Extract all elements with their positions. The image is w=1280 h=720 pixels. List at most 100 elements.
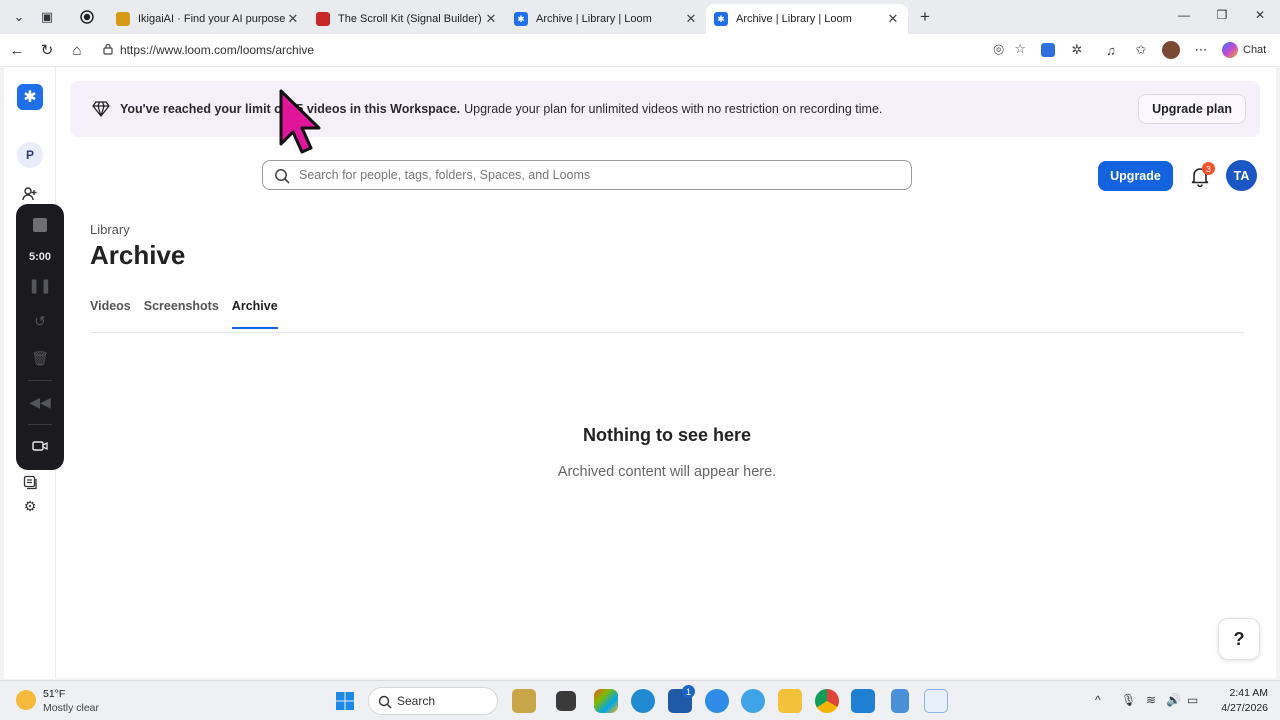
notepad-icon[interactable] — [891, 689, 909, 713]
close-tab-icon[interactable]: ✕ — [684, 11, 698, 27]
extension-badge-icon[interactable] — [1038, 40, 1058, 60]
address-bar-row: ← ↻ ⌂ https://www.loom.com/looms/archive… — [0, 34, 1280, 66]
tray-chevron-icon[interactable]: ^ — [1095, 693, 1101, 707]
recording-timer: 5:00 — [28, 251, 52, 263]
tab-scroll-kit[interactable]: The Scroll Kit (Signal Builder) · Ikig ✕ — [308, 4, 506, 34]
copilot-chat-button[interactable]: Chat — [1222, 42, 1266, 58]
extensions-puzzle-icon[interactable]: ✲ — [1067, 40, 1087, 60]
workspaces-icon[interactable]: ▣ — [32, 3, 62, 31]
loom-logo-icon[interactable]: ✱ — [17, 84, 43, 110]
restart-icon[interactable]: ↺ — [16, 313, 64, 330]
close-window-icon[interactable]: ✕ — [1250, 8, 1270, 22]
user-avatar[interactable]: TA — [1226, 160, 1257, 191]
search-icon — [378, 695, 392, 709]
settings-gear-icon[interactable]: ⚙ — [19, 499, 41, 513]
favorite-star-icon[interactable]: ☆ — [1014, 41, 1026, 57]
stop-recording-button[interactable] — [33, 218, 47, 232]
weather-condition: Mostly clear — [43, 702, 100, 714]
vscode-icon[interactable] — [851, 689, 875, 713]
search-icon — [275, 169, 290, 184]
performance-icon[interactable]: ♫ — [1101, 40, 1121, 60]
taskbar-search[interactable]: Search — [368, 687, 498, 715]
profile-avatar-icon[interactable] — [1161, 40, 1181, 60]
wifi-icon[interactable]: ≋ — [1146, 693, 1156, 707]
workspace-avatar[interactable]: P — [17, 142, 43, 168]
chat-label: Chat — [1243, 44, 1267, 56]
start-windows-icon[interactable] — [333, 689, 357, 713]
tab-actions-chevron-icon[interactable]: ⌄ — [4, 3, 34, 31]
ikigai-favicon-icon — [116, 12, 130, 26]
close-tab-icon[interactable]: ✕ — [886, 11, 900, 27]
maximize-icon[interactable]: ❐ — [1212, 8, 1232, 22]
search-input[interactable]: Search for people, tags, folders, Spaces… — [262, 160, 912, 190]
tab-screenshots[interactable]: Screenshots — [144, 299, 219, 329]
volume-icon[interactable]: 🔊 — [1166, 693, 1181, 707]
empty-state-title: Nothing to see here — [582, 425, 752, 445]
banner-text: Upgrade your plan for unlimited videos w… — [464, 102, 883, 116]
loom-favicon-icon: ✱ — [714, 12, 728, 26]
close-tab-icon[interactable]: ✕ — [286, 11, 300, 27]
diamond-icon — [92, 101, 110, 117]
recording-control-bar: 5:00 ❚❚ ↺ 🗑 ◀◀ — [16, 204, 64, 470]
drawing-icon[interactable]: ◀◀ — [16, 394, 64, 411]
home-icon[interactable]: ⌂ — [62, 36, 92, 64]
file-explorer-icon[interactable] — [778, 689, 802, 713]
copilot-app-icon[interactable] — [594, 689, 618, 713]
library-tabs: Videos Screenshots Archive — [90, 299, 278, 329]
record-icon[interactable] — [72, 3, 102, 31]
minimize-icon[interactable]: — — [1174, 8, 1194, 22]
url-field[interactable]: https://www.loom.com/looms/archive ◎ ☆ — [94, 37, 1032, 63]
clock-time[interactable]: 2:41 AM — [1224, 687, 1268, 699]
pause-icon[interactable]: ❚❚ — [16, 277, 64, 294]
snipping-tool-icon[interactable] — [924, 689, 948, 713]
tabs-divider — [90, 332, 1244, 333]
microphone-icon[interactable]: 🎙 — [1121, 693, 1136, 707]
help-button[interactable]: ? — [1218, 618, 1260, 660]
edge-beta-icon[interactable] — [741, 689, 765, 713]
chrome-icon[interactable] — [815, 689, 839, 713]
breadcrumb-library[interactable]: Library — [90, 222, 130, 237]
more-menu-icon[interactable]: ⋯ — [1191, 40, 1211, 60]
weather-temperature: 51°F — [43, 688, 66, 700]
mouse-cursor-icon — [279, 89, 321, 154]
favorites-icon[interactable]: ✩ — [1131, 40, 1151, 60]
tracking-prevention-icon[interactable]: ◎ — [993, 41, 1004, 57]
weather-icon[interactable] — [16, 690, 36, 710]
camera-icon[interactable] — [16, 439, 64, 455]
upgrade-plan-button[interactable]: Upgrade plan — [1138, 94, 1246, 124]
tab-title: The Scroll Kit (Signal Builder) · Ikig — [338, 13, 484, 25]
tab-archive[interactable]: Archive — [231, 299, 278, 329]
widget-app-icon[interactable] — [512, 689, 536, 713]
new-tab-plus-icon[interactable]: + — [910, 3, 940, 31]
store-icon[interactable]: 1 — [668, 685, 695, 713]
terminal-icon[interactable] — [556, 691, 576, 711]
battery-icon[interactable]: ▭ — [1187, 693, 1198, 707]
store-badge: 1 — [682, 685, 695, 698]
search-placeholder: Search for people, tags, folders, Spaces… — [299, 168, 591, 182]
refresh-icon[interactable]: ↻ — [32, 36, 62, 64]
tab-videos[interactable]: Videos — [90, 299, 131, 329]
tab-loom-archive-active[interactable]: ✱ Archive | Library | Loom ✕ — [706, 4, 908, 34]
tab-title: Archive | Library | Loom — [536, 13, 652, 25]
taskbar-search-label: Search — [397, 694, 436, 708]
edge-browser-icon[interactable] — [631, 689, 655, 713]
copilot-icon — [1222, 42, 1238, 58]
loom-favicon-icon: ✱ — [514, 12, 528, 26]
edge-dev-icon[interactable] — [705, 689, 729, 713]
notification-count-badge: 3 — [1202, 162, 1215, 175]
delete-trash-icon[interactable]: 🗑 — [16, 350, 64, 367]
tab-loom-archive[interactable]: ✱ Archive | Library | Loom ✕ — [506, 4, 706, 34]
back-arrow-icon[interactable]: ← — [2, 36, 32, 64]
upgrade-button[interactable]: Upgrade — [1098, 161, 1173, 191]
loom-page: ✱ P ⚙ 5:00 ❚❚ ↺ 🗑 ◀◀ You've reached your… — [4, 66, 1276, 679]
pdf-favicon-icon — [316, 12, 330, 26]
clock-date[interactable]: 4/27/2026 — [1210, 702, 1268, 714]
empty-state-subtitle: Archived content will appear here. — [557, 464, 777, 480]
tab-title: Archive | Library | Loom — [736, 13, 852, 25]
tab-ikigai[interactable]: IkigaiAI · Find your AI purpose ✕ — [108, 4, 308, 34]
recorder-divider — [28, 424, 52, 425]
site-info-icon[interactable] — [102, 43, 114, 55]
url-text: https://www.loom.com/looms/archive — [120, 43, 315, 57]
add-member-icon[interactable] — [19, 183, 41, 205]
close-tab-icon[interactable]: ✕ — [484, 11, 498, 27]
